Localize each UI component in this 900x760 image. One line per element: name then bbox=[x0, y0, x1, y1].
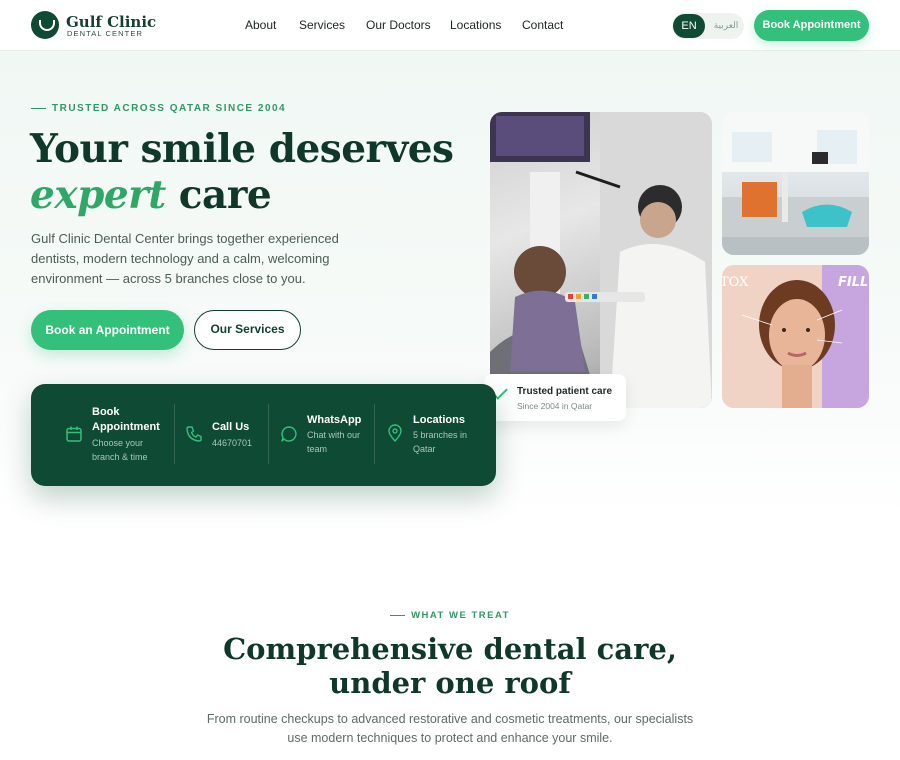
section-eyebrow: WHAT WE TREAT bbox=[0, 610, 900, 621]
hero-title-line1: Your smile deserves bbox=[30, 126, 454, 172]
fill-label: FILL bbox=[838, 275, 868, 290]
quick-action-whatsapp-title: WhatsApp bbox=[307, 414, 362, 426]
quick-action-locations-subtitle: 5 branches in Qatar bbox=[413, 430, 468, 454]
quick-action-book[interactable]: Book Appointment Choose your branch & ti… bbox=[61, 384, 173, 486]
nav-our-doctors[interactable]: Our Doctors bbox=[366, 18, 431, 32]
hero-title-accent: expert bbox=[30, 172, 166, 218]
divider bbox=[174, 404, 175, 464]
site-header: Gulf Clinic DENTAL CENTER About Services… bbox=[0, 0, 900, 51]
phone-icon bbox=[186, 426, 202, 442]
logo-icon[interactable] bbox=[31, 11, 59, 39]
nav-services[interactable]: Services bbox=[299, 18, 345, 32]
section-description: From routine checkups to advanced restor… bbox=[206, 712, 694, 745]
calendar-icon bbox=[66, 426, 82, 442]
trust-title: Trusted patient care bbox=[517, 386, 613, 397]
quick-action-call[interactable]: Call Us 44670701 bbox=[183, 384, 267, 486]
hero-eyebrow: TRUSTED ACROSS QATAR SINCE 2004 bbox=[31, 103, 286, 114]
book-an-appointment-button[interactable]: Book an Appointment bbox=[31, 310, 184, 350]
dentist-photo-illustration bbox=[490, 112, 712, 408]
header-book-appointment-button[interactable]: Book Appointment bbox=[754, 10, 869, 41]
cosmetic-treatment-photo: TOX FILL bbox=[722, 265, 869, 408]
hero-description: Gulf Clinic Dental Center brings togethe… bbox=[31, 231, 339, 286]
quick-action-locations-title: Locations bbox=[413, 414, 465, 426]
clinic-interior-photo bbox=[722, 112, 869, 255]
quick-action-whatsapp[interactable]: WhatsApp Chat with our team bbox=[278, 384, 370, 486]
trust-badge-card: Trusted patient care Since 2004 in Qatar bbox=[484, 374, 626, 421]
dentist-with-patient-photo bbox=[490, 112, 712, 408]
quick-action-call-title: Call Us bbox=[212, 421, 250, 433]
divider bbox=[374, 404, 375, 464]
section-title: Comprehensive dental care, under one roo… bbox=[0, 632, 900, 700]
clinic-photo-illustration bbox=[722, 112, 869, 255]
our-services-button[interactable]: Our Services bbox=[194, 310, 301, 350]
quick-action-book-subtitle: Choose your branch & time bbox=[92, 438, 148, 462]
quick-actions-bar: Book Appointment Choose your branch & ti… bbox=[31, 384, 496, 486]
brand-tagline: DENTAL CENTER bbox=[67, 29, 143, 38]
divider bbox=[268, 404, 269, 464]
tox-label: TOX bbox=[722, 275, 749, 290]
map-pin-icon bbox=[388, 424, 402, 442]
lang-en-button[interactable]: EN bbox=[673, 14, 705, 38]
quick-action-whatsapp-subtitle: Chat with our team bbox=[307, 430, 361, 454]
nav-about[interactable]: About bbox=[245, 18, 276, 32]
section-title-line2: under one roof bbox=[329, 666, 571, 700]
section-title-line1: Comprehensive dental care, bbox=[223, 632, 677, 666]
quick-action-locations[interactable]: Locations 5 branches in Qatar bbox=[384, 384, 484, 486]
quick-action-book-title: Book Appointment bbox=[92, 406, 160, 433]
nav-contact[interactable]: Contact bbox=[522, 18, 563, 32]
phone-number: 44670701 bbox=[212, 438, 253, 448]
hero-title-line2: expert care bbox=[30, 172, 272, 218]
trust-subtitle: Since 2004 in Qatar bbox=[517, 401, 593, 411]
nav-locations[interactable]: Locations bbox=[450, 18, 501, 32]
language-switcher: EN العربية bbox=[672, 13, 744, 39]
chat-icon bbox=[281, 426, 297, 442]
cosmetic-photo-illustration: TOX FILL bbox=[722, 265, 869, 408]
lang-ar-button[interactable]: العربية bbox=[710, 14, 742, 38]
hero-title-rest: care bbox=[165, 172, 272, 218]
